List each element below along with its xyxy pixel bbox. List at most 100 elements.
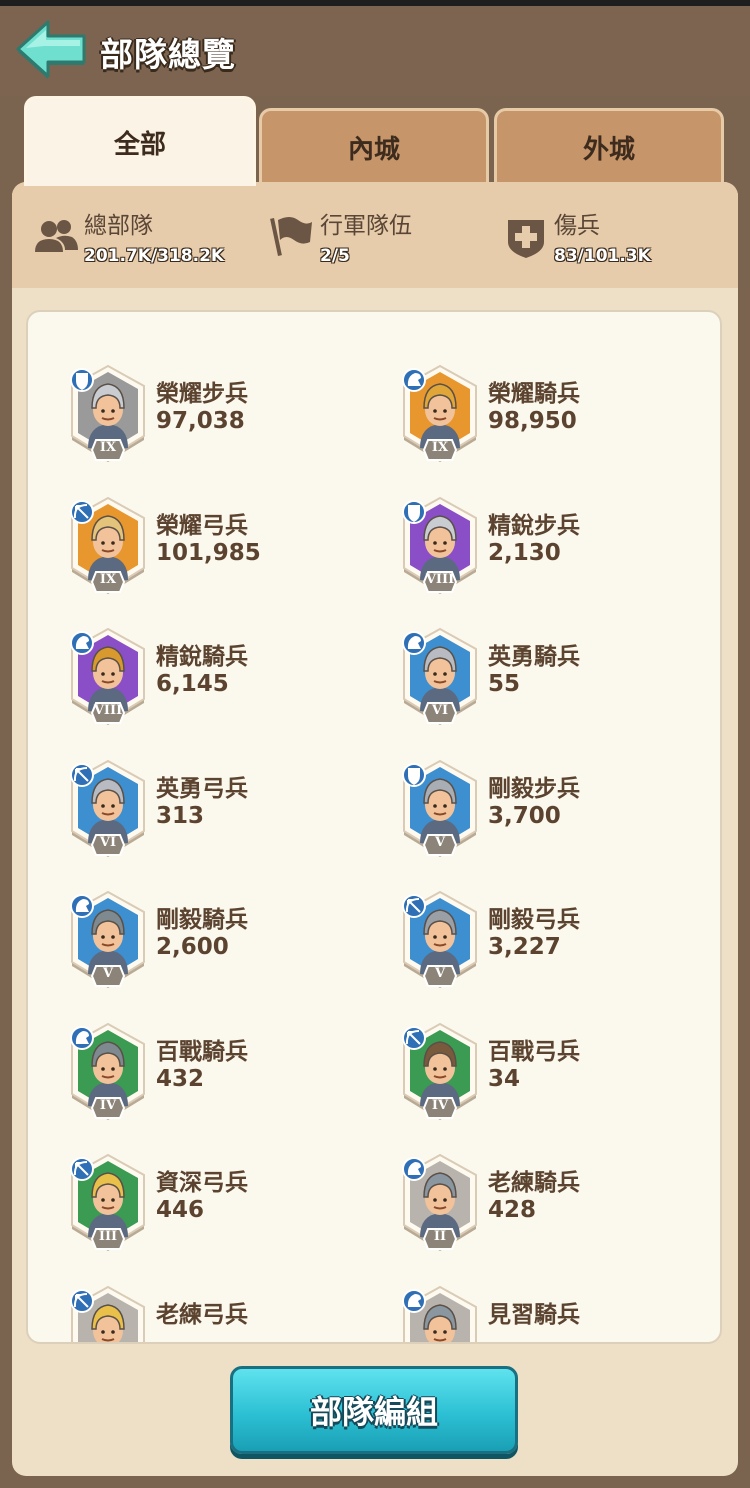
horse-icon	[402, 1288, 426, 1313]
bow-icon	[402, 894, 426, 918]
troop-overview-panel: 總部隊 201.7K/318.2K 行軍隊伍 2/5 傷兵 83/101.3K …	[12, 182, 738, 1476]
troop-count: 34	[488, 1065, 521, 1092]
bow-icon	[70, 1157, 94, 1181]
troop-count: 3,700	[488, 802, 561, 829]
tier-label: VIII	[425, 571, 455, 587]
medical-cross-icon	[508, 220, 544, 258]
troop-name: 精銳騎兵	[156, 644, 248, 670]
stat-march-value: 2/5	[320, 246, 350, 266]
shield-icon	[402, 499, 426, 524]
stat-total-label: 總部隊	[84, 213, 153, 239]
troop-portrait	[70, 1285, 145, 1342]
troop-item[interactable]: V 剛毅騎兵 2,600	[38, 888, 338, 998]
troop-count: 428	[488, 1197, 537, 1223]
troop-name: 榮耀弓兵	[156, 512, 248, 539]
troop-item[interactable]: V 剛毅步兵 3,700	[370, 757, 670, 867]
troop-name: 資深弓兵	[156, 1170, 248, 1196]
back-button[interactable]	[14, 18, 90, 80]
tier-label: IX	[99, 571, 117, 587]
troop-count: 3,227	[488, 934, 561, 960]
troop-item[interactable]: IX 榮耀步兵 97,038	[38, 362, 338, 472]
bow-icon	[402, 1025, 426, 1050]
horse-icon	[402, 631, 426, 655]
troop-item[interactable]: IV 百戰弓兵 34	[370, 1020, 670, 1130]
page-title: 部隊總覽	[100, 35, 236, 74]
troop-count: 98,950	[488, 408, 577, 434]
horse-icon	[402, 368, 426, 392]
stats-bar: 總部隊 201.7K/318.2K 行軍隊伍 2/5 傷兵 83/101.3K	[12, 182, 738, 288]
troop-item[interactable]: IX 榮耀騎兵 98,950	[370, 362, 670, 472]
troop-item[interactable]: VIII 精銳騎兵 6,145	[38, 625, 338, 735]
tier-label: VIII	[93, 703, 123, 718]
stat-total-troops: 總部隊 201.7K/318.2K	[32, 202, 262, 272]
back-arrow-icon	[16, 20, 86, 79]
troop-count: 2,130	[488, 539, 561, 566]
horse-icon	[402, 1157, 426, 1181]
troop-item[interactable]: VI 英勇騎兵 55	[370, 625, 670, 735]
tier-label: III	[98, 1229, 118, 1244]
tier-label: IX	[431, 440, 449, 455]
shield-icon	[402, 762, 426, 787]
troop-portrait	[402, 1285, 477, 1342]
troop-item[interactable]: IV 百戰騎兵 432	[38, 1020, 338, 1130]
flag-icon	[270, 217, 312, 257]
troop-count: 55	[488, 671, 521, 697]
troop-name: 百戰騎兵	[156, 1038, 248, 1065]
troop-name: 剛毅步兵	[488, 775, 580, 802]
stat-total-value: 201.7K/318.2K	[84, 246, 225, 266]
troop-item[interactable]: V 剛毅弓兵 3,227	[370, 888, 670, 998]
stat-march-label: 行軍隊伍	[320, 213, 412, 239]
troop-name: 英勇騎兵	[488, 644, 580, 670]
troop-name: 老練弓兵	[156, 1301, 248, 1328]
troop-count: 101,985	[156, 539, 261, 566]
troop-name: 剛毅騎兵	[156, 907, 248, 933]
troop-name: 榮耀步兵	[156, 381, 248, 407]
horse-icon	[70, 631, 94, 655]
tab-outer-city[interactable]: 外城	[494, 108, 724, 184]
troop-item[interactable]: II 老練騎兵 428	[370, 1151, 670, 1261]
troop-name: 榮耀騎兵	[488, 381, 580, 407]
troop-item[interactable]: IX 榮耀弓兵 101,985	[38, 494, 338, 604]
troop-item[interactable]: 老練弓兵	[38, 1283, 338, 1342]
troop-count: 313	[156, 802, 205, 829]
header: 部隊總覽	[0, 6, 750, 96]
tier-label: V	[434, 966, 446, 981]
stat-march-queues: 行軍隊伍 2/5	[268, 202, 488, 272]
tier-label: IV	[99, 1097, 117, 1113]
troop-list[interactable]: IX 榮耀步兵 97,038 IX 榮耀騎兵 98,950 IX 榮耀弓兵 101,985 VII…	[26, 310, 722, 1344]
troop-name: 精銳步兵	[488, 512, 580, 539]
bow-icon	[70, 499, 94, 524]
horse-icon	[70, 1025, 94, 1050]
troop-item[interactable]: III 資深弓兵 446	[38, 1151, 338, 1261]
troop-formation-button[interactable]: 部隊編組	[230, 1366, 518, 1454]
bow-icon	[70, 1288, 94, 1313]
tier-label: IV	[431, 1097, 449, 1113]
tier-label: IX	[99, 440, 117, 455]
shield-icon	[70, 368, 94, 392]
troop-name: 剛毅弓兵	[488, 907, 580, 933]
tier-label: VI	[99, 834, 117, 850]
troop-count: 432	[156, 1065, 205, 1092]
troop-item[interactable]: 見習騎兵	[370, 1283, 670, 1342]
tier-label: V	[102, 966, 114, 981]
troop-count: 97,038	[156, 408, 245, 434]
troop-name: 見習騎兵	[488, 1301, 580, 1328]
tier-label: V	[434, 834, 446, 850]
stat-wounded: 傷兵 83/101.3K	[502, 202, 722, 272]
bow-icon	[70, 762, 94, 787]
stat-wounded-value: 83/101.3K	[554, 246, 651, 266]
tier-label: II	[433, 1229, 447, 1244]
tab-inner-city[interactable]: 內城	[259, 108, 489, 184]
troop-item[interactable]: VIII 精銳步兵 2,130	[370, 494, 670, 604]
tier-label: VI	[431, 703, 449, 718]
stat-wounded-label: 傷兵	[554, 213, 600, 239]
troop-formation-label: 部隊編組	[309, 1393, 438, 1431]
troop-name: 百戰弓兵	[488, 1038, 580, 1065]
horse-icon	[70, 894, 94, 918]
troop-count: 446	[156, 1197, 205, 1223]
troop-item[interactable]: VI 英勇弓兵 313	[38, 757, 338, 867]
tab-all[interactable]: 全部	[24, 96, 256, 186]
troops-icon	[35, 220, 78, 252]
troop-name: 老練騎兵	[488, 1170, 580, 1196]
troop-count: 2,600	[156, 934, 229, 960]
